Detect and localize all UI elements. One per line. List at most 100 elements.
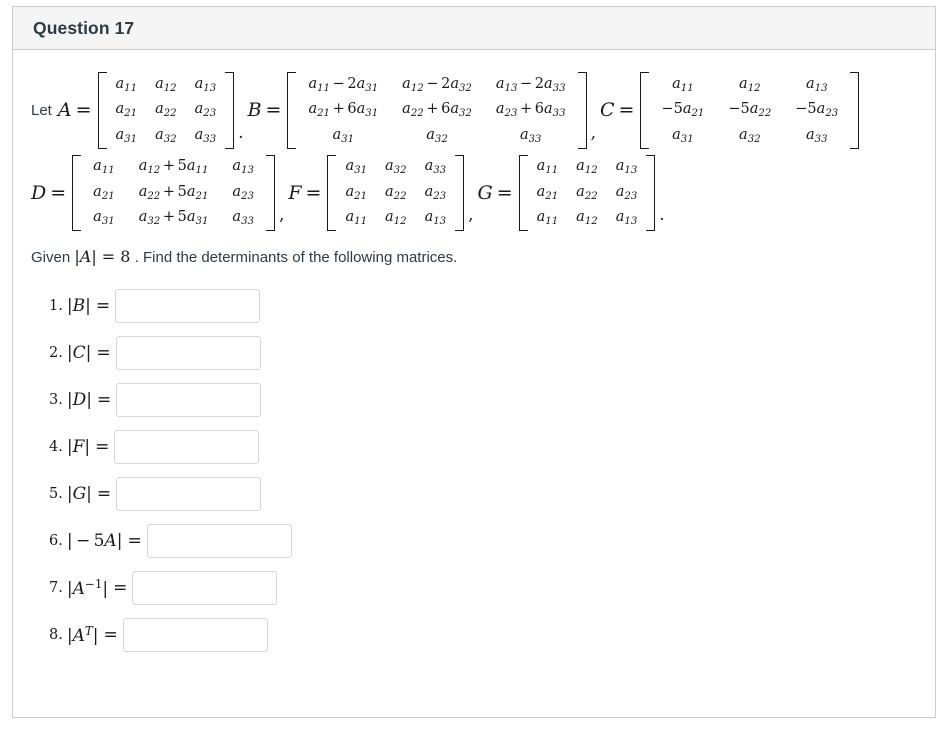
equals-sign: =: [96, 483, 112, 504]
answer-item-7: 7. |A−1| =: [31, 564, 915, 611]
table-row: a31 a32 a33: [107, 123, 226, 149]
matrix-D: a11 a12 +5a11 a13 a21 a22 +5a21 a23 a31 a3…: [72, 154, 275, 232]
separator-comma-2: ,: [278, 205, 285, 225]
matrix-B-table: a11−2a31 a12−2a32 a13−2a33 a21 +6a31 a22 +…: [296, 72, 577, 149]
cell-a22: a22: [155, 101, 177, 119]
table-row: a11 a12 a13: [107, 72, 226, 98]
matrix-C: a11 a12 a13 −5a21 −5a22 −5a23 a31 a32 a3…: [640, 72, 860, 149]
cell-g32: a12: [576, 209, 598, 227]
page-title: Question 17: [33, 17, 135, 38]
answer-input-6[interactable]: [146, 523, 292, 558]
cell-a31: a31: [115, 126, 138, 145]
lead-text: Let: [31, 101, 52, 119]
table-row: −5a21 −5a22 −5a23: [649, 98, 850, 124]
table-row: a11−2a31 a12−2a32 a13−2a33: [296, 72, 577, 98]
answer-item-6: 6. | − 5A| =: [31, 517, 915, 564]
table-row: a21 a22 +5a21 a23: [81, 180, 266, 206]
matrix-row-two: D = a11 a12+5a11 a13 a21 a22+5a21 a23: [31, 154, 915, 232]
equals-sign-C: =: [618, 99, 635, 122]
table-row: a31 a32 a33: [336, 155, 455, 181]
matrix-label-B: B: [247, 99, 262, 122]
answer-expression: |G|: [66, 483, 92, 504]
cell-g11: a11: [536, 158, 559, 176]
answer-list: 1. |B| = 2. |C| = 3. |D| = 4. |F| = 5. |…: [31, 282, 915, 658]
equals-sign: =: [95, 436, 110, 457]
cell-c33: a33: [805, 126, 828, 145]
given-prefix: Given: [31, 249, 71, 266]
answer-input-1[interactable]: [115, 288, 261, 323]
cell-c31: a31: [672, 126, 694, 145]
answer-item-8: 8. |AT| =: [31, 611, 915, 658]
bracket-right-icon: [646, 154, 656, 231]
answer-expression: |F|: [66, 436, 91, 457]
matrix-F: a31 a32 a33 a21 a22 a23 a11 a12 a13: [327, 154, 465, 232]
cell-a33: a33: [194, 126, 217, 145]
answer-expression: |C|: [66, 342, 92, 363]
matrix-row-one: Let A = a11 a12 a13 a21 a22 a23 a31 a32 …: [31, 72, 915, 149]
bracket-right-icon: [850, 72, 860, 149]
cell-b12: a12−2a32: [402, 75, 472, 94]
bracket-right-icon: [225, 72, 235, 149]
cell-f32: a12: [385, 209, 407, 227]
table-row: a11 a12 a13: [528, 206, 647, 232]
bracket-left-icon: [518, 154, 528, 231]
cell-a32: a32: [155, 126, 177, 145]
answer-input-5[interactable]: [116, 476, 262, 511]
answer-input-2[interactable]: [115, 335, 261, 370]
cell-a11: a11: [115, 75, 138, 94]
cell-f11: a31: [345, 158, 368, 176]
given-suffix: . Find the determinants of the following…: [134, 249, 458, 266]
cell-g12: a12: [576, 158, 598, 176]
matrix-label-G: G: [477, 181, 493, 204]
trailing-dot: .: [659, 205, 665, 225]
bracket-left-icon: [640, 72, 650, 149]
cell-b33: a33: [519, 126, 542, 145]
matrix-D-table: a11 a12 +5a11 a13 a21 a22 +5a21 a23 a31 a3…: [81, 155, 266, 232]
cell-b23: a23 +6a33: [495, 101, 566, 119]
cell-f33: a13: [424, 209, 447, 227]
cell-g13: a13: [615, 158, 638, 176]
answer-input-3[interactable]: [116, 382, 262, 417]
matrix-A: a11 a12 a13 a21 a22 a23 a31 a32 a33: [97, 72, 235, 149]
cell-g21: a21: [536, 183, 559, 202]
cell-b32: a32: [426, 126, 448, 145]
bracket-left-icon: [287, 72, 297, 149]
matrix-B: a11−2a31 a12−2a32 a13−2a33 a21 +6a31 a22 +…: [287, 72, 587, 149]
cell-d21: a21: [93, 183, 115, 202]
cell-b31: a31: [332, 126, 355, 145]
cell-c23: −5a23: [795, 101, 839, 119]
separator-dot-1: .: [238, 122, 244, 143]
cell-f31: a11: [345, 209, 368, 227]
equals-sign: =: [95, 295, 111, 316]
cell-d32: a32 +5a31: [138, 209, 209, 227]
equals-sign: =: [103, 624, 118, 645]
cell-c11: a11: [672, 75, 694, 94]
answer-input-7[interactable]: [132, 570, 278, 605]
table-row: a11 a12 a13: [649, 72, 850, 98]
cell-a13: a13: [194, 75, 217, 94]
matrix-F-table: a31 a32 a33 a21 a22 a23 a11 a12 a13: [336, 155, 455, 232]
bracket-left-icon: [327, 154, 337, 231]
cell-d12: a12 +5a11: [138, 158, 209, 176]
cell-c12: a12: [739, 75, 761, 94]
cell-b22: a22 +6a32: [402, 101, 472, 119]
equals-sign: =: [96, 342, 111, 363]
cell-g31: a11: [536, 209, 559, 227]
table-row: a11 a12 a13: [336, 206, 455, 232]
cell-a23: a23: [194, 101, 217, 119]
table-row: a21 +6a31 a22 +6a32 a23 +6a33: [296, 98, 577, 124]
question-body: Let A = a11 a12 a13 a21 a22 a23 a31 a32 …: [13, 50, 935, 658]
matrix-G: a11 a12 a13 a21 a22 a23 a11 a12 a13: [518, 154, 656, 232]
equals-sign-B: =: [265, 99, 282, 122]
matrix-label-F: F: [288, 181, 302, 204]
table-row: a21 a22 a23: [336, 180, 455, 206]
table-row: a31 a32 a33: [649, 123, 850, 149]
bracket-right-icon: [265, 154, 275, 231]
answer-input-4[interactable]: [114, 429, 260, 464]
bracket-left-icon: [72, 154, 82, 231]
answer-item-5: 5. |G| =: [31, 470, 915, 517]
answer-item-1: 1. |B| =: [31, 282, 915, 329]
equals-sign-D: =: [50, 181, 67, 204]
answer-input-8[interactable]: [122, 617, 268, 652]
equals-sign: =: [127, 530, 142, 551]
